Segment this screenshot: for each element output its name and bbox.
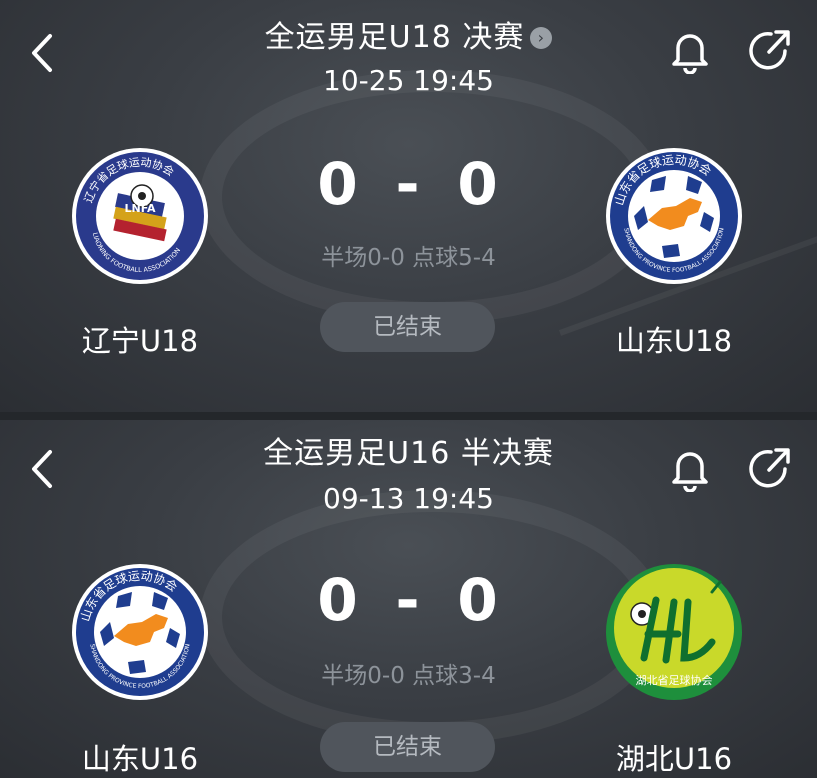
card-divider — [0, 412, 817, 420]
score-display: 0-0 — [290, 566, 527, 634]
match-card-1[interactable]: 全运男足U18 决赛 › 10-25 19:45 辽宁省足球运动协会 LIAONI… — [0, 0, 817, 412]
home-score: 0 — [317, 566, 360, 634]
match-status-badge: 已结束 — [320, 722, 495, 772]
match-card-2[interactable]: 全运男足U16 半决赛 09-13 19:45 山东省足球运动协会 SHANDO… — [0, 420, 817, 778]
home-team-name[interactable]: 辽宁U18 — [30, 318, 250, 360]
away-score: 0 — [457, 566, 500, 634]
score-separator: - — [395, 566, 422, 634]
score-detail: 半场0-0 点球3-4 — [321, 663, 496, 689]
away-team-name[interactable]: 湖北U16 — [564, 736, 784, 778]
svg-text:LNFA: LNFA — [125, 202, 156, 215]
bell-icon[interactable] — [666, 444, 714, 492]
score-separator: - — [395, 150, 422, 218]
home-team-name[interactable]: 山东U16 — [30, 736, 250, 778]
bell-icon[interactable] — [666, 26, 714, 74]
home-score: 0 — [317, 150, 360, 218]
match-status-badge: 已结束 — [320, 302, 495, 352]
chevron-right-circle-icon[interactable]: › — [530, 27, 553, 49]
share-icon[interactable] — [745, 442, 795, 492]
away-score: 0 — [457, 150, 500, 218]
away-team-name[interactable]: 山东U18 — [564, 318, 784, 360]
share-icon[interactable] — [745, 24, 795, 74]
score-detail: 半场0-0 点球5-4 — [321, 245, 496, 271]
score-display: 0-0 — [290, 150, 527, 218]
